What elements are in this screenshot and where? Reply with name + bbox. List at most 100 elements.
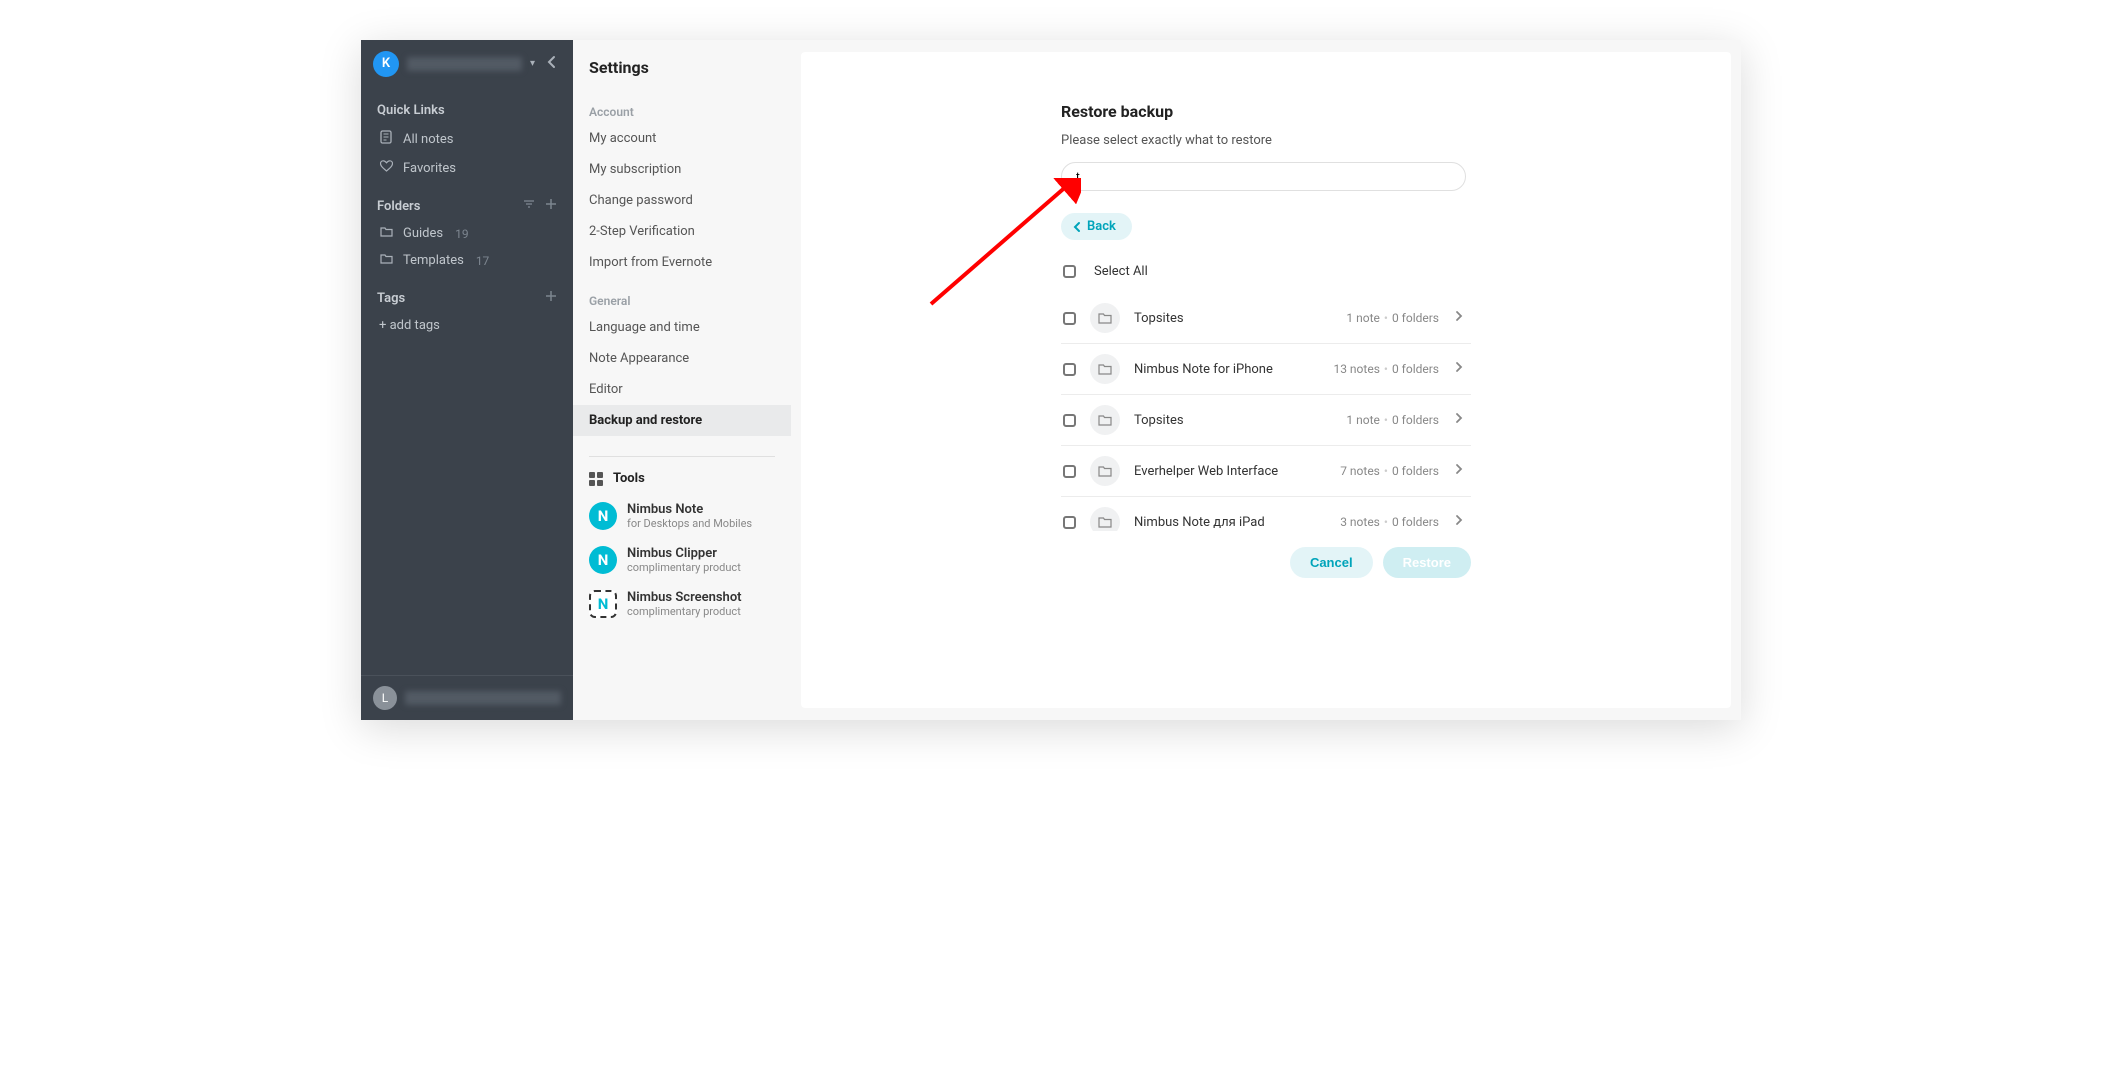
restore-list: Select All Topsites 1 note•0 folders Nim… [1061, 256, 1471, 578]
grid-icon [589, 472, 603, 486]
restore-folder-row[interactable]: Nimbus Note для iPad 3 notes•0 folders [1061, 497, 1471, 531]
tool-item[interactable]: NNimbus Clippercomplimentary product [573, 538, 791, 582]
tool-item[interactable]: NNimbus Screenshotcomplimentary product [573, 582, 791, 626]
favorites-label: Favorites [403, 161, 456, 176]
settings-item[interactable]: Note Appearance [573, 343, 791, 374]
tool-name: Nimbus Note [627, 502, 752, 517]
folders-label: Folders [377, 199, 420, 214]
bottom-avatar: L [373, 686, 397, 710]
restore-folder-row[interactable]: Topsites 1 note•0 folders [1061, 395, 1471, 446]
row-folder-name: Topsites [1134, 311, 1332, 326]
tags-header: Tags [361, 274, 573, 312]
settings-item[interactable]: Language and time [573, 312, 791, 343]
add-tags-label: + add tags [379, 318, 440, 333]
quick-links-label: Quick Links [377, 103, 445, 118]
footer-buttons: Cancel Restore [1061, 547, 1471, 578]
row-meta: 7 notes•0 folders [1340, 464, 1439, 478]
folder-icon [1090, 456, 1120, 486]
restore-folder-row[interactable]: Topsites 1 note•0 folders [1061, 293, 1471, 344]
row-checkbox[interactable] [1063, 465, 1076, 478]
back-button[interactable]: Back [1061, 213, 1132, 240]
row-meta: 13 notes•0 folders [1333, 362, 1439, 376]
chevron-right-icon[interactable] [1453, 514, 1465, 530]
folder-count: 19 [455, 227, 469, 241]
main-area: Restore backup Please select exactly wha… [791, 40, 1741, 720]
tool-name: Nimbus Clipper [627, 546, 741, 561]
folders-header: Folders [361, 182, 573, 220]
settings-item[interactable]: Import from Evernote [573, 247, 791, 278]
cancel-button[interactable]: Cancel [1290, 547, 1373, 578]
row-meta: 1 note•0 folders [1346, 311, 1439, 325]
folder-list[interactable]: Topsites 1 note•0 folders Nimbus Note fo… [1061, 293, 1471, 531]
bottom-user[interactable]: L [361, 675, 573, 720]
row-folder-name: Topsites [1134, 413, 1332, 428]
row-folder-name: Everhelper Web Interface [1134, 464, 1326, 479]
settings-item[interactable]: 2-Step Verification [573, 216, 791, 247]
folder-count: 17 [476, 254, 490, 268]
collapse-sidebar-icon[interactable] [543, 50, 561, 77]
note-icon [379, 130, 393, 148]
restore-folder-row[interactable]: Nimbus Note for iPhone 13 notes•0 folder… [1061, 344, 1471, 395]
general-section-label: General [573, 278, 791, 312]
restore-description: Please select exactly what to restore [1061, 133, 1671, 148]
chevron-right-icon[interactable] [1453, 361, 1465, 377]
row-folder-name: Nimbus Note for iPhone [1134, 362, 1319, 377]
chevron-right-icon[interactable] [1453, 463, 1465, 479]
tools-label: Tools [613, 471, 645, 486]
add-tags-link[interactable]: + add tags [361, 312, 573, 339]
select-all-checkbox[interactable] [1063, 265, 1076, 278]
tool-subtitle: for Desktops and Mobiles [627, 517, 752, 530]
all-notes-label: All notes [403, 132, 453, 147]
caret-down-icon[interactable]: ▾ [530, 58, 535, 69]
sidebar: K ▾ Quick Links All notes Favorites Fold… [361, 40, 573, 720]
chevron-right-icon[interactable] [1453, 310, 1465, 326]
row-checkbox[interactable] [1063, 516, 1076, 529]
account-section-label: Account [573, 89, 791, 123]
username-blurred [407, 57, 522, 71]
quick-links-header: Quick Links [361, 87, 573, 124]
row-meta: 1 note•0 folders [1346, 413, 1439, 427]
arrow-annotation [921, 178, 1081, 308]
row-checkbox[interactable] [1063, 363, 1076, 376]
content-card: Restore backup Please select exactly wha… [801, 52, 1731, 708]
tool-name: Nimbus Screenshot [627, 590, 742, 605]
tool-icon: N [589, 502, 617, 530]
tool-item[interactable]: N Nimbus Notefor Desktops and Mobiles [573, 494, 791, 538]
row-folder-name: Nimbus Note для iPad [1134, 515, 1326, 530]
sidebar-favorites[interactable]: Favorites [361, 154, 573, 182]
tools-header: Tools [573, 463, 791, 494]
search-input[interactable] [1061, 162, 1466, 191]
sidebar-folder-item[interactable]: Templates17 [361, 247, 573, 274]
add-tag-icon[interactable] [545, 290, 557, 306]
folder-icon [379, 253, 393, 268]
restore-folder-row[interactable]: Everhelper Web Interface 7 notes•0 folde… [1061, 446, 1471, 497]
settings-item[interactable]: Editor [573, 374, 791, 405]
folder-icon [1090, 405, 1120, 435]
sidebar-folder-item[interactable]: Guides 19 [361, 220, 573, 247]
user-avatar[interactable]: K [373, 51, 399, 77]
row-checkbox[interactable] [1063, 312, 1076, 325]
sort-icon[interactable] [523, 198, 535, 214]
add-folder-icon[interactable] [545, 198, 557, 214]
select-all-row[interactable]: Select All [1061, 256, 1471, 293]
heart-icon [379, 160, 393, 176]
row-meta: 3 notes•0 folders [1340, 515, 1439, 529]
restore-button[interactable]: Restore [1383, 547, 1471, 578]
tool-icon: N [589, 546, 617, 574]
settings-item[interactable]: My account [573, 123, 791, 154]
folder-icon [1090, 507, 1120, 531]
chevron-right-icon[interactable] [1453, 412, 1465, 428]
sidebar-all-notes[interactable]: All notes [361, 124, 573, 154]
folder-icon [1090, 354, 1120, 384]
settings-item[interactable]: My subscription [573, 154, 791, 185]
settings-title: Settings [573, 40, 791, 89]
app-window: K ▾ Quick Links All notes Favorites Fold… [361, 40, 1741, 720]
folder-icon [1090, 303, 1120, 333]
tool-icon: N [589, 590, 617, 618]
settings-item[interactable]: Change password [573, 185, 791, 216]
settings-nav: Settings Account My accountMy subscripti… [573, 40, 791, 720]
row-checkbox[interactable] [1063, 414, 1076, 427]
folder-name: Guides [403, 226, 443, 241]
settings-item[interactable]: Backup and restore [573, 405, 791, 436]
restore-title: Restore backup [1061, 102, 1671, 121]
